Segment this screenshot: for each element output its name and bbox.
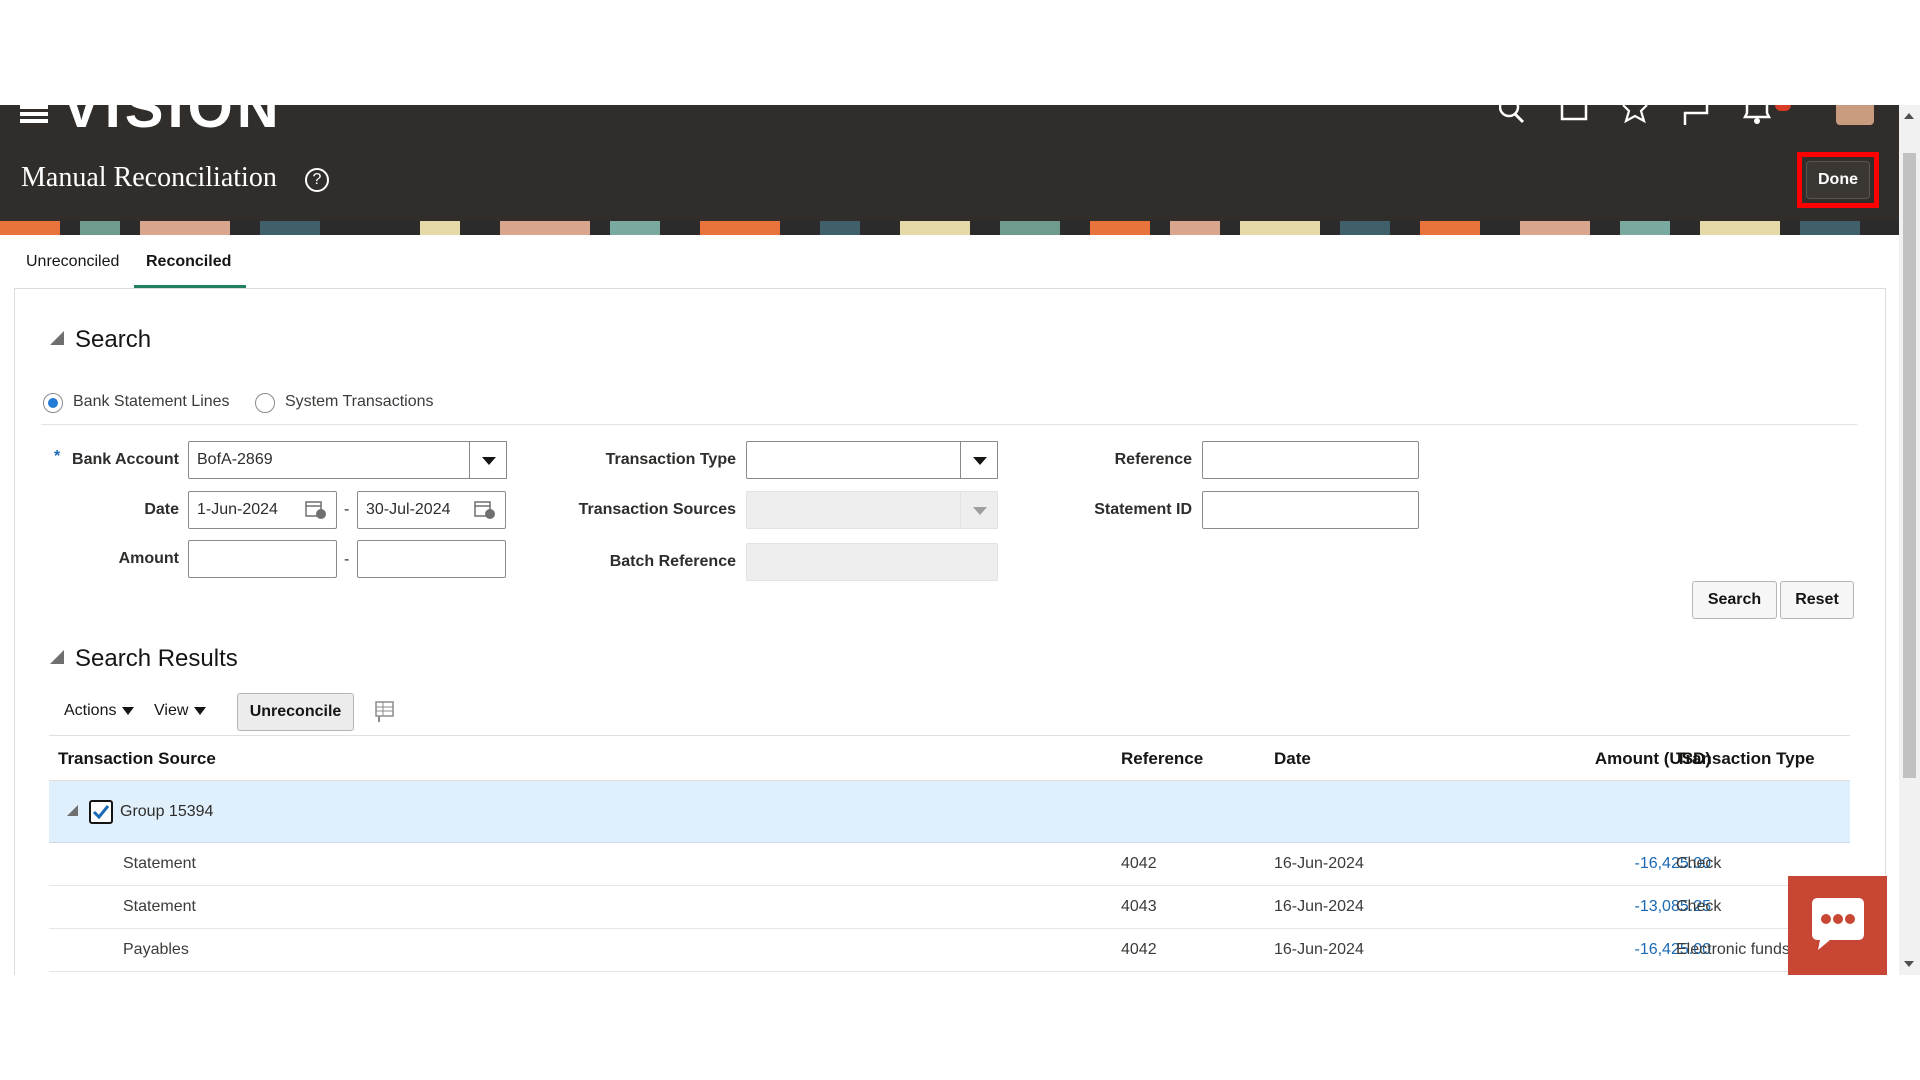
vertical-scrollbar[interactable] bbox=[1899, 105, 1920, 975]
view-menu[interactable]: View bbox=[154, 702, 207, 720]
help-icon[interactable]: ? bbox=[305, 168, 329, 192]
radio-bank-statement-lines[interactable] bbox=[43, 393, 63, 413]
tab-reconciled[interactable]: Reconciled bbox=[146, 253, 231, 271]
table-row[interactable]: Statement 4043 16-Jun-2024 -13,085.25 Ch… bbox=[49, 886, 1850, 929]
search-results-collapse-icon[interactable] bbox=[50, 650, 64, 664]
scroll-thumb[interactable] bbox=[1903, 153, 1916, 778]
header-icon-bar bbox=[1498, 96, 1772, 129]
freeze-columns-icon[interactable] bbox=[374, 700, 396, 724]
radio-label-bank-statement-lines: Bank Statement Lines bbox=[73, 393, 230, 410]
transaction-type-dropdown-button[interactable] bbox=[960, 441, 998, 479]
cell-source: Statement bbox=[123, 898, 196, 915]
actions-menu-label: Actions bbox=[64, 702, 117, 719]
statement-id-label: Statement ID bbox=[1094, 501, 1192, 518]
app-frame: VISION Manual Reconciliation ? Done bbox=[0, 0, 1920, 1080]
table-header: Transaction Source Reference Date Amount… bbox=[49, 735, 1850, 781]
cell-source: Statement bbox=[123, 855, 196, 872]
statement-id-field[interactable] bbox=[1202, 491, 1419, 529]
menu-hamburger-icon[interactable] bbox=[20, 105, 48, 123]
cell-type: Electronic funds bbox=[1676, 941, 1790, 958]
vision-logo[interactable]: VISION bbox=[62, 105, 282, 135]
chat-bubble-icon bbox=[1812, 898, 1864, 950]
col-date[interactable]: Date bbox=[1274, 749, 1311, 769]
reference-field[interactable] bbox=[1202, 441, 1419, 479]
col-transaction-source[interactable]: Transaction Source bbox=[58, 749, 216, 769]
done-button[interactable]: Done bbox=[1806, 161, 1870, 199]
search-divider bbox=[41, 424, 1857, 425]
home-icon[interactable] bbox=[1560, 105, 1588, 127]
notifications-bell-icon[interactable] bbox=[1742, 105, 1772, 127]
table-row[interactable]: Payables 4042 16-Jun-2024 -16,425.00 Ele… bbox=[49, 929, 1850, 972]
required-indicator: * bbox=[54, 448, 61, 465]
actions-menu[interactable]: Actions bbox=[64, 702, 135, 720]
calendar-icon[interactable] bbox=[305, 500, 326, 519]
user-avatar[interactable] bbox=[1836, 105, 1874, 125]
amount-separator: - bbox=[344, 551, 350, 568]
page-title: Manual Reconciliation bbox=[21, 162, 277, 193]
chat-widget-button[interactable] bbox=[1788, 876, 1887, 975]
table-row[interactable]: Statement 4042 16-Jun-2024 -16,425.00 Ch… bbox=[49, 843, 1850, 886]
radio-label-system-transactions: System Transactions bbox=[285, 393, 434, 410]
bank-account-label: Bank Account bbox=[72, 451, 179, 468]
date-label: Date bbox=[144, 501, 179, 518]
group-collapse-icon[interactable] bbox=[67, 805, 78, 816]
col-transaction-type[interactable]: Transaction Type bbox=[1676, 749, 1815, 769]
scroll-up-arrow-icon[interactable] bbox=[1904, 113, 1914, 119]
amount-label: Amount bbox=[118, 550, 179, 567]
cell-date: 16-Jun-2024 bbox=[1274, 941, 1364, 958]
reference-label: Reference bbox=[1114, 451, 1192, 468]
cell-type: Check bbox=[1676, 898, 1722, 915]
flag-icon[interactable] bbox=[1682, 105, 1709, 127]
search-collapse-icon[interactable] bbox=[50, 331, 64, 345]
bank-account-field[interactable]: BofA-2869 bbox=[188, 441, 470, 479]
amount-to-field[interactable] bbox=[357, 540, 506, 578]
search-button[interactable]: Search bbox=[1692, 581, 1777, 619]
notification-badge bbox=[1775, 105, 1791, 111]
table-row-group[interactable]: Group 15394 bbox=[49, 781, 1850, 843]
search-results-title: Search Results bbox=[75, 645, 238, 672]
batch-reference-field bbox=[746, 543, 998, 581]
amount-from-field[interactable] bbox=[188, 540, 337, 578]
cell-type: Check bbox=[1676, 855, 1722, 872]
global-header: VISION bbox=[0, 96, 1899, 221]
cell-source: Payables bbox=[123, 941, 189, 958]
transaction-sources-dropdown-button bbox=[960, 491, 998, 529]
group-checkbox[interactable] bbox=[89, 800, 113, 824]
date-separator: - bbox=[344, 501, 350, 518]
tab-unreconciled[interactable]: Unreconciled bbox=[26, 253, 119, 271]
calendar-icon[interactable] bbox=[474, 500, 495, 519]
search-section-title: Search bbox=[75, 326, 152, 353]
bank-account-dropdown-button[interactable] bbox=[469, 441, 507, 479]
reset-button[interactable]: Reset bbox=[1780, 581, 1854, 619]
unreconcile-button[interactable]: Unreconcile bbox=[237, 693, 354, 731]
transaction-type-field[interactable] bbox=[746, 441, 962, 479]
transaction-type-label: Transaction Type bbox=[605, 451, 736, 468]
transaction-sources-label: Transaction Sources bbox=[578, 501, 736, 518]
col-reference[interactable]: Reference bbox=[1121, 749, 1203, 769]
decorative-banner bbox=[0, 221, 1899, 235]
logo-text: VISION bbox=[62, 105, 282, 133]
search-icon[interactable] bbox=[1498, 96, 1525, 127]
transaction-sources-field bbox=[746, 491, 962, 529]
cell-date: 16-Jun-2024 bbox=[1274, 898, 1364, 915]
chevron-down-icon bbox=[194, 706, 207, 715]
radio-system-transactions[interactable] bbox=[255, 393, 275, 413]
chevron-down-icon bbox=[122, 706, 135, 715]
favorites-star-icon[interactable] bbox=[1621, 104, 1648, 127]
bottom-margin bbox=[0, 975, 1920, 1080]
view-menu-label: View bbox=[154, 702, 189, 719]
cell-reference: 4043 bbox=[1121, 898, 1157, 915]
cell-reference: 4042 bbox=[1121, 855, 1157, 872]
batch-reference-label: Batch Reference bbox=[609, 553, 736, 570]
scroll-down-arrow-icon[interactable] bbox=[1904, 961, 1914, 967]
cell-date: 16-Jun-2024 bbox=[1274, 855, 1364, 872]
group-label: Group 15394 bbox=[120, 803, 214, 820]
cell-reference: 4042 bbox=[1121, 941, 1157, 958]
